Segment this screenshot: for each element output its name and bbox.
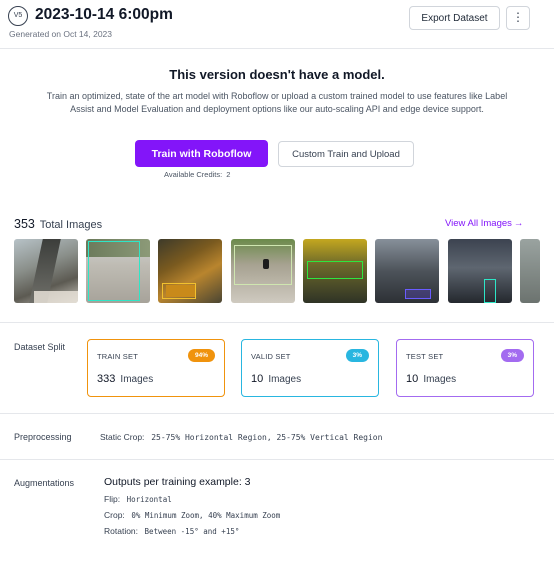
augmentation-value: Between -15° and +15° bbox=[144, 527, 240, 536]
test-set-count-value: 10 bbox=[406, 373, 419, 385]
outputs-per-example: Outputs per training example: 3 bbox=[104, 476, 251, 488]
valid-set-card[interactable]: VALID SET 3% 10 Images bbox=[241, 339, 379, 397]
total-images-count: 353 bbox=[14, 217, 35, 231]
test-set-count: 10 Images bbox=[406, 373, 456, 385]
test-set-card[interactable]: TEST SET 3% 10 Images bbox=[396, 339, 534, 397]
augmentation-key: Flip: bbox=[104, 494, 121, 504]
divider bbox=[0, 459, 554, 460]
preprocessing-label: Preprocessing bbox=[14, 432, 72, 442]
image-thumbnail[interactable] bbox=[158, 239, 222, 303]
augmentations-label: Augmentations bbox=[14, 478, 75, 488]
preprocessing-text: 25-75% Horizontal Region, 25-75% Vertica… bbox=[151, 433, 383, 442]
augmentation-flip: Flip: Horizontal bbox=[104, 494, 172, 504]
test-set-label: TEST SET bbox=[406, 352, 444, 361]
image-thumbnail[interactable] bbox=[375, 239, 439, 303]
credits-value: 2 bbox=[226, 170, 231, 179]
arrow-right-icon: → bbox=[513, 218, 524, 229]
augmentation-value: Horizontal bbox=[126, 495, 172, 504]
available-credits: Available Credits: 2 bbox=[164, 170, 230, 179]
more-vertical-icon: ⋮ bbox=[512, 10, 524, 24]
augmentation-value: 0% Minimum Zoom, 40% Maximum Zoom bbox=[131, 511, 281, 520]
test-set-percent-badge: 3% bbox=[500, 349, 524, 362]
train-set-count-value: 333 bbox=[97, 373, 116, 385]
image-thumbnails bbox=[14, 239, 540, 303]
image-thumbnail[interactable] bbox=[448, 239, 512, 303]
augmentation-key: Rotation: bbox=[104, 526, 139, 536]
augmentation-key: Crop: bbox=[104, 510, 125, 520]
version-header: V5 2023-10-14 6:00pm Generated on Oct 14… bbox=[0, 0, 554, 49]
credits-label: Available Credits: bbox=[164, 170, 223, 179]
train-set-count: 333 Images bbox=[97, 373, 153, 385]
custom-train-upload-button[interactable]: Custom Train and Upload bbox=[278, 141, 414, 167]
train-with-roboflow-button[interactable]: Train with Roboflow bbox=[135, 140, 268, 167]
total-images-label: Total Images bbox=[39, 219, 103, 231]
dataset-split-label: Dataset Split bbox=[14, 342, 66, 352]
valid-set-percent-badge: 3% bbox=[345, 349, 369, 362]
image-thumbnail[interactable] bbox=[14, 239, 78, 303]
view-all-images-link[interactable]: View All Images → bbox=[445, 218, 523, 229]
train-set-percent-badge: 94% bbox=[187, 349, 215, 362]
image-thumbnail[interactable] bbox=[303, 239, 367, 303]
more-options-button[interactable]: ⋮ bbox=[506, 6, 530, 30]
valid-set-count-unit: Images bbox=[268, 374, 302, 385]
no-model-heading: This version doesn't have a model. bbox=[169, 67, 385, 82]
augmentation-rotation: Rotation: Between -15° and +15° bbox=[104, 526, 239, 536]
image-thumbnail[interactable] bbox=[231, 239, 295, 303]
image-thumbnail[interactable] bbox=[520, 239, 540, 303]
version-badge: V5 bbox=[8, 6, 28, 26]
valid-set-label: VALID SET bbox=[251, 352, 291, 361]
version-title: 2023-10-14 6:00pm bbox=[35, 6, 173, 23]
augmentation-crop: Crop: 0% Minimum Zoom, 40% Maximum Zoom bbox=[104, 510, 280, 520]
view-all-label: View All Images bbox=[445, 218, 512, 229]
preprocessing-value: Static Crop: 25-75% Horizontal Region, 2… bbox=[100, 432, 382, 442]
valid-set-count: 10 Images bbox=[251, 373, 301, 385]
train-set-count-unit: Images bbox=[120, 374, 154, 385]
valid-set-count-value: 10 bbox=[251, 373, 264, 385]
no-model-description: Train an optimized, state of the art mod… bbox=[46, 91, 508, 114]
export-dataset-button[interactable]: Export Dataset bbox=[409, 6, 500, 30]
train-set-card[interactable]: TRAIN SET 94% 333 Images bbox=[87, 339, 225, 397]
divider bbox=[0, 413, 554, 414]
total-images-title: 353 Total Images bbox=[14, 217, 102, 231]
no-model-panel: This version doesn't have a model. Train… bbox=[0, 49, 554, 199]
test-set-count-unit: Images bbox=[423, 374, 457, 385]
image-thumbnail[interactable] bbox=[86, 239, 150, 303]
preprocessing-key: Static Crop: bbox=[100, 432, 145, 442]
divider bbox=[0, 322, 554, 323]
train-set-label: TRAIN SET bbox=[97, 352, 138, 361]
generated-date: Generated on Oct 14, 2023 bbox=[9, 29, 113, 39]
